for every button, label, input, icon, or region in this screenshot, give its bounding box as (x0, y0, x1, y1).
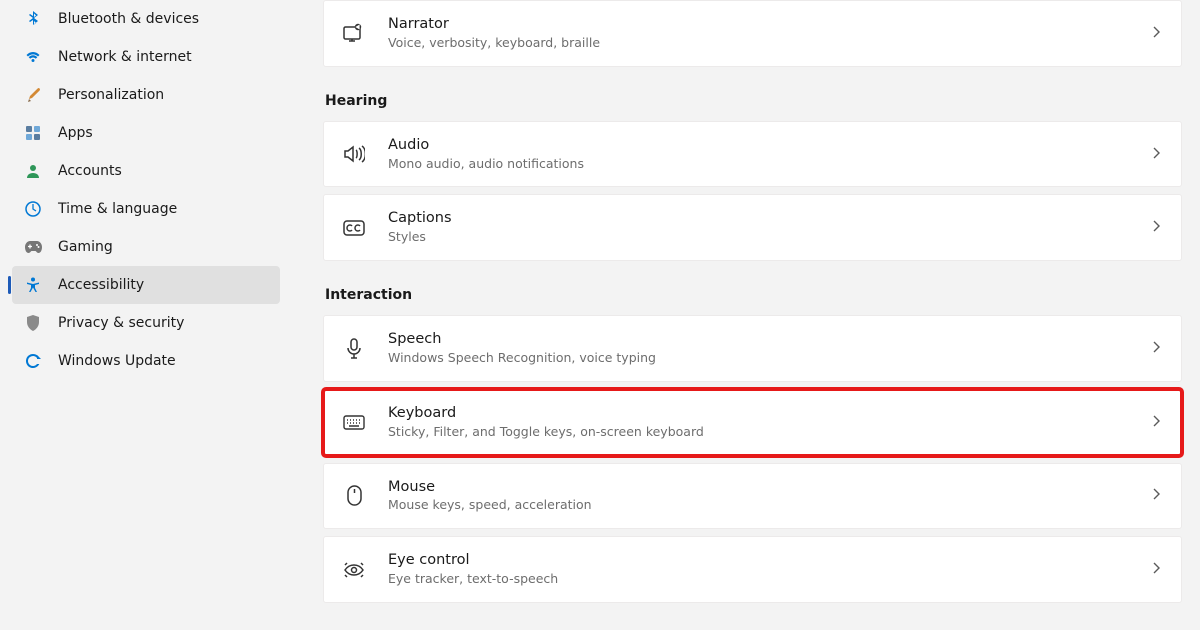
row-text: Audio Mono audio, audio notifications (388, 136, 1149, 173)
sidebar-item-label: Accounts (58, 163, 122, 179)
keyboard-icon (342, 410, 366, 434)
row-subtitle: Sticky, Filter, and Toggle keys, on-scre… (388, 424, 1149, 441)
sidebar-item-label: Time & language (58, 201, 177, 217)
sidebar: Bluetooth & devices Network & internet P… (0, 0, 290, 630)
person-icon (24, 162, 42, 180)
row-subtitle: Voice, verbosity, keyboard, braille (388, 35, 1149, 52)
sidebar-item-time[interactable]: Time & language (12, 190, 280, 228)
globe-clock-icon (24, 200, 42, 218)
row-text: Speech Windows Speech Recognition, voice… (388, 330, 1149, 367)
sidebar-item-network[interactable]: Network & internet (12, 38, 280, 76)
sidebar-item-update[interactable]: Windows Update (12, 342, 280, 380)
row-title: Captions (388, 209, 1149, 228)
update-icon (24, 352, 42, 370)
gamepad-icon (24, 238, 42, 256)
sidebar-item-label: Bluetooth & devices (58, 11, 199, 27)
row-title: Speech (388, 330, 1149, 349)
sidebar-item-label: Privacy & security (58, 315, 184, 331)
row-subtitle: Styles (388, 229, 1149, 246)
row-subtitle: Windows Speech Recognition, voice typing (388, 350, 1149, 367)
setting-row-speech[interactable]: Speech Windows Speech Recognition, voice… (323, 315, 1182, 382)
brush-icon (24, 86, 42, 104)
row-subtitle: Mono audio, audio notifications (388, 156, 1149, 173)
row-text: Keyboard Sticky, Filter, and Toggle keys… (388, 404, 1149, 441)
row-title: Audio (388, 136, 1149, 155)
sidebar-item-accounts[interactable]: Accounts (12, 152, 280, 190)
sidebar-item-label: Network & internet (58, 49, 192, 65)
sidebar-item-privacy[interactable]: Privacy & security (12, 304, 280, 342)
bluetooth-icon (24, 10, 42, 28)
sidebar-item-apps[interactable]: Apps (12, 114, 280, 152)
eye-icon (342, 558, 366, 582)
row-subtitle: Eye tracker, text-to-speech (388, 571, 1149, 588)
sidebar-item-bluetooth[interactable]: Bluetooth & devices (12, 0, 280, 38)
setting-row-eyecontrol[interactable]: Eye control Eye tracker, text-to-speech (323, 536, 1182, 603)
wifi-icon (24, 48, 42, 66)
chevron-right-icon (1149, 339, 1163, 358)
narrator-icon (342, 21, 366, 45)
setting-row-keyboard[interactable]: Keyboard Sticky, Filter, and Toggle keys… (323, 389, 1182, 456)
microphone-icon (342, 337, 366, 361)
sidebar-item-gaming[interactable]: Gaming (12, 228, 280, 266)
row-title: Mouse (388, 478, 1149, 497)
row-text: Narrator Voice, verbosity, keyboard, bra… (388, 15, 1149, 52)
row-title: Eye control (388, 551, 1149, 570)
row-title: Narrator (388, 15, 1149, 34)
sidebar-item-label: Gaming (58, 239, 113, 255)
setting-row-narrator[interactable]: Narrator Voice, verbosity, keyboard, bra… (323, 0, 1182, 67)
row-text: Captions Styles (388, 209, 1149, 246)
row-text: Eye control Eye tracker, text-to-speech (388, 551, 1149, 588)
chevron-right-icon (1149, 145, 1163, 164)
chevron-right-icon (1149, 486, 1163, 505)
row-title: Keyboard (388, 404, 1149, 423)
sidebar-item-label: Windows Update (58, 353, 176, 369)
setting-row-captions[interactable]: Captions Styles (323, 194, 1182, 261)
apps-icon (24, 124, 42, 142)
setting-row-mouse[interactable]: Mouse Mouse keys, speed, acceleration (323, 463, 1182, 530)
sidebar-item-label: Personalization (58, 87, 164, 103)
chevron-right-icon (1149, 218, 1163, 237)
chevron-right-icon (1149, 24, 1163, 43)
sidebar-item-accessibility[interactable]: Accessibility (12, 266, 280, 304)
speaker-icon (342, 142, 366, 166)
sidebar-item-personalization[interactable]: Personalization (12, 76, 280, 114)
chevron-right-icon (1149, 413, 1163, 432)
setting-row-audio[interactable]: Audio Mono audio, audio notifications (323, 121, 1182, 188)
mouse-icon (342, 484, 366, 508)
sidebar-item-label: Apps (58, 125, 93, 141)
section-header-hearing: Hearing (323, 93, 1182, 109)
accessibility-icon (24, 276, 42, 294)
chevron-right-icon (1149, 560, 1163, 579)
main-content: Narrator Voice, verbosity, keyboard, bra… (290, 0, 1200, 630)
captions-icon (342, 216, 366, 240)
row-text: Mouse Mouse keys, speed, acceleration (388, 478, 1149, 515)
row-subtitle: Mouse keys, speed, acceleration (388, 497, 1149, 514)
shield-icon (24, 314, 42, 332)
section-header-interaction: Interaction (323, 287, 1182, 303)
sidebar-item-label: Accessibility (58, 277, 144, 293)
